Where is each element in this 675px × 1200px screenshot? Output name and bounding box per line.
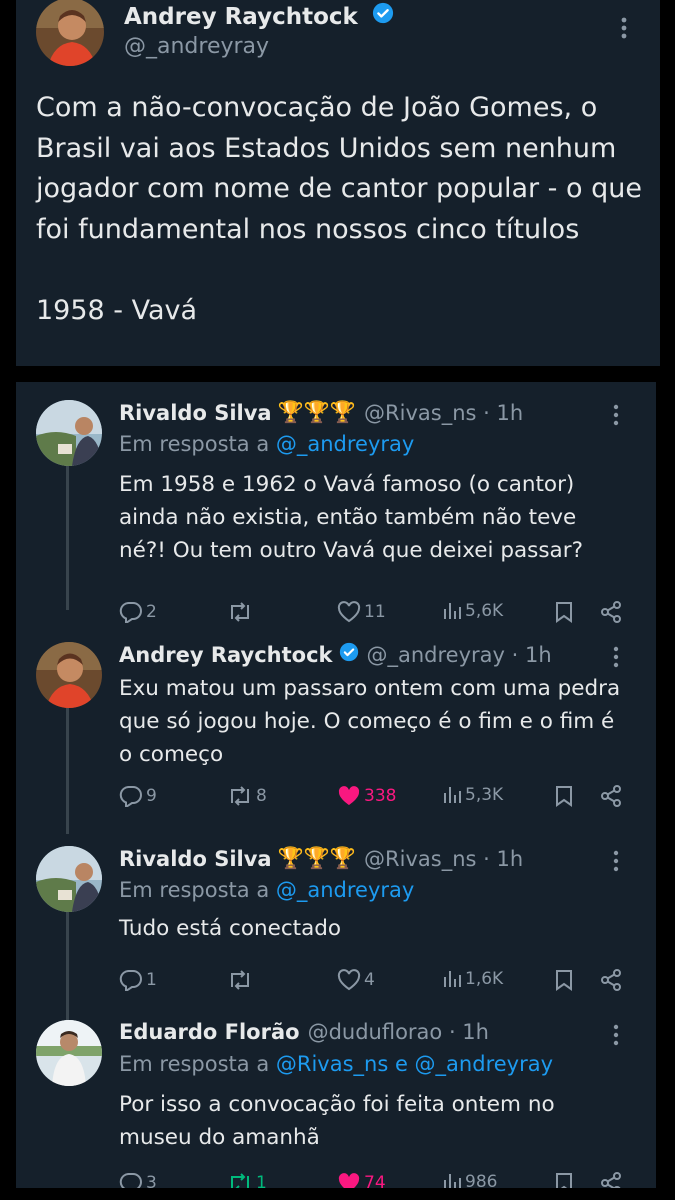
trophy-icons: 🏆🏆🏆 (277, 846, 357, 870)
reply-text: Em 1958 e 1962 o Vavá famoso (o cantor) … (119, 472, 583, 563)
repost-icon (231, 786, 249, 806)
reply-author-name[interactable]: Andrey Raychtock (119, 643, 333, 667)
share-icon[interactable] (599, 1172, 623, 1188)
author-handle[interactable]: @_andreyray (124, 34, 269, 59)
thread-connector (66, 462, 69, 610)
repost-icon (231, 602, 249, 622)
views-icon (444, 971, 461, 987)
action-bar: 2 11 5,6K (119, 601, 629, 625)
views-icon (444, 1174, 461, 1188)
reply-author-name[interactable]: Rivaldo Silva (119, 847, 272, 871)
bookmark-icon[interactable] (554, 785, 574, 807)
heart-filled-icon (338, 1173, 360, 1188)
verified-badge-icon (339, 642, 359, 667)
views-button[interactable]: 1,6K (442, 969, 503, 989)
views-icon (444, 603, 461, 619)
repost-icon (231, 970, 249, 990)
reply-to-line: Em resposta a @_andreyray (119, 878, 415, 902)
heart-filled-icon (338, 786, 360, 805)
reply-button[interactable]: 9 (119, 785, 157, 807)
reply-to-line: Em resposta a @_andreyray (119, 432, 415, 456)
repost-button[interactable]: 8 (227, 785, 267, 807)
tweet-text: Com a não-convocação de João Gomes, o Br… (36, 92, 642, 326)
action-bar: 3 1 74 986 (119, 1172, 629, 1188)
heart-icon (337, 969, 361, 991)
more-options-icon[interactable] (613, 850, 619, 876)
thread-connector (66, 912, 69, 1022)
like-button[interactable]: 74 (337, 1172, 386, 1188)
reply-handle-time[interactable]: @Rivas_ns · 1h (364, 401, 523, 425)
reply-text: Por isso a convocação foi feita ontem no… (119, 1092, 555, 1150)
like-button[interactable]: 338 (337, 785, 396, 807)
repost-button[interactable] (227, 601, 256, 623)
repost-active-icon (231, 1173, 249, 1188)
verified-badge-icon (372, 2, 394, 30)
like-button[interactable]: 4 (337, 969, 375, 991)
author-name[interactable]: Andrey Raychtock (124, 2, 394, 30)
reply-button[interactable]: 1 (119, 969, 157, 991)
reply-author-name[interactable]: Eduardo Florão (119, 1020, 300, 1044)
reply-avatar[interactable] (36, 400, 102, 466)
reply-icon (119, 1172, 142, 1188)
views-button[interactable]: 986 (442, 1172, 497, 1188)
reply-avatar[interactable] (36, 846, 102, 912)
bookmark-icon[interactable] (554, 969, 574, 991)
reply-to-line: Em resposta a @Rivas_ns e @_andreyray (119, 1052, 554, 1076)
like-button[interactable]: 11 (337, 601, 386, 623)
more-options-icon[interactable] (613, 1024, 619, 1050)
repost-button[interactable] (227, 969, 256, 991)
mention-link[interactable]: @_andreyray (276, 432, 414, 456)
reply-avatar[interactable] (36, 1020, 102, 1086)
more-options-icon[interactable] (621, 16, 627, 44)
views-button[interactable]: 5,6K (442, 601, 503, 621)
action-bar: 9 8 338 5,3K (119, 785, 629, 809)
reply-icon (119, 601, 142, 623)
reply-icon (119, 969, 142, 991)
share-icon[interactable] (599, 969, 623, 991)
repost-button[interactable]: 1 (227, 1172, 267, 1188)
bookmark-icon[interactable] (554, 601, 574, 623)
reply-handle-time[interactable]: @duduflorao · 1h (308, 1020, 489, 1044)
views-button[interactable]: 5,3K (442, 785, 503, 805)
mention-link[interactable]: @_andreyray (276, 878, 414, 902)
reply-text: Tudo está conectado (119, 916, 342, 941)
mention-link[interactable]: @Rivas_ns e @_andreyray (276, 1052, 553, 1076)
heart-icon (337, 601, 361, 623)
reply-handle-time[interactable]: @_andreyray · 1h (367, 643, 552, 667)
thread-connector (66, 706, 69, 834)
reply-text: Exu matou um passaro ontem com uma pedra… (119, 676, 621, 767)
reply-button[interactable]: 3 (119, 1172, 157, 1188)
reply-button[interactable]: 2 (119, 601, 157, 623)
reply-icon (119, 785, 142, 807)
bookmark-icon[interactable] (554, 1172, 574, 1188)
reply-avatar[interactable] (36, 642, 102, 708)
share-icon[interactable] (599, 601, 623, 623)
views-icon (444, 787, 461, 803)
author-avatar[interactable] (36, 0, 104, 66)
share-icon[interactable] (599, 785, 623, 807)
reply-handle-time[interactable]: @Rivas_ns · 1h (364, 847, 523, 871)
reply-author-name[interactable]: Rivaldo Silva (119, 401, 272, 425)
action-bar: 1 4 1,6K (119, 969, 629, 993)
more-options-icon[interactable] (613, 404, 619, 430)
replies-thread: Rivaldo Silva 🏆🏆🏆 @Rivas_ns · 1h Em resp… (16, 382, 656, 1188)
more-options-icon[interactable] (613, 646, 619, 672)
trophy-icons: 🏆🏆🏆 (277, 400, 357, 424)
main-tweet[interactable]: Andrey Raychtock @_andreyray Com a não-c… (16, 0, 660, 366)
